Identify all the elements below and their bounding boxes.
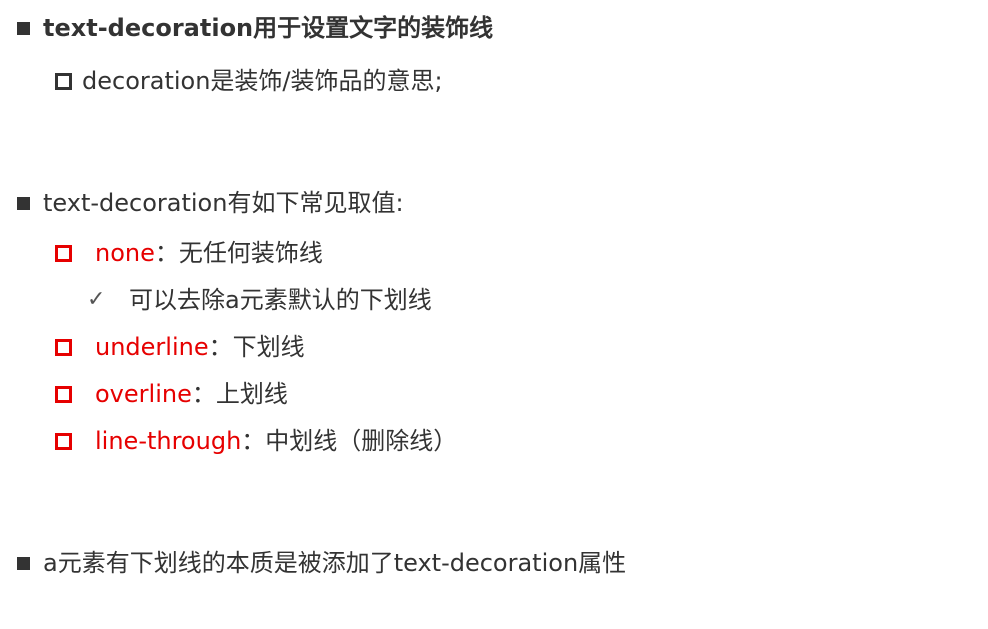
filled-square-bullet-icon [17, 196, 30, 210]
red-hollow-square-bullet-icon [55, 385, 72, 403]
values-intro-row: text-decoration有如下常见取值: [17, 188, 404, 218]
value-name: line-through [95, 427, 242, 455]
value-separator: ： [208, 333, 233, 361]
hollow-square-bullet-icon [55, 72, 72, 90]
value-description: 上划线 [215, 380, 288, 408]
none-note-text: 可以去除a元素默认的下划线 [129, 286, 432, 314]
heading-row: text-decoration用于设置文字的装饰线 [17, 13, 493, 43]
value-separator: ： [241, 427, 266, 455]
filled-square-bullet-icon [17, 21, 30, 35]
value-name: none [95, 239, 155, 267]
red-hollow-square-bullet-icon [55, 432, 72, 450]
filled-square-bullet-icon [17, 556, 30, 570]
red-hollow-square-bullet-icon [55, 244, 72, 262]
value-description: 中划线（删除线） [265, 427, 458, 455]
value-name: overline [95, 380, 192, 408]
check-icon: ✓ [87, 287, 106, 312]
value-item-line-through: line-through ： 中划线（删除线） [55, 426, 457, 456]
decoration-note-row: decoration是装饰/装饰品的意思; [55, 66, 443, 96]
value-item-underline: underline ： 下划线 [55, 332, 305, 362]
value-description: 下划线 [232, 333, 305, 361]
red-hollow-square-bullet-icon [55, 338, 72, 356]
decoration-note-text: decoration是装饰/装饰品的意思; [82, 67, 443, 95]
value-name: underline [95, 333, 209, 361]
conclusion-row: a元素有下划线的本质是被添加了text-decoration属性 [17, 548, 626, 578]
value-item-none: none ： 无任何装饰线 [55, 238, 323, 268]
conclusion-text: a元素有下划线的本质是被添加了text-decoration属性 [43, 549, 627, 577]
none-note-row: ✓ 可以去除a元素默认的下划线 [87, 285, 432, 315]
value-item-overline: overline ： 上划线 [55, 379, 288, 409]
value-separator: ： [191, 380, 216, 408]
values-intro-text: text-decoration有如下常见取值: [43, 189, 404, 217]
value-separator: ： [154, 239, 179, 267]
heading-text: text-decoration用于设置文字的装饰线 [43, 14, 494, 42]
value-description: 无任何装饰线 [178, 239, 323, 267]
